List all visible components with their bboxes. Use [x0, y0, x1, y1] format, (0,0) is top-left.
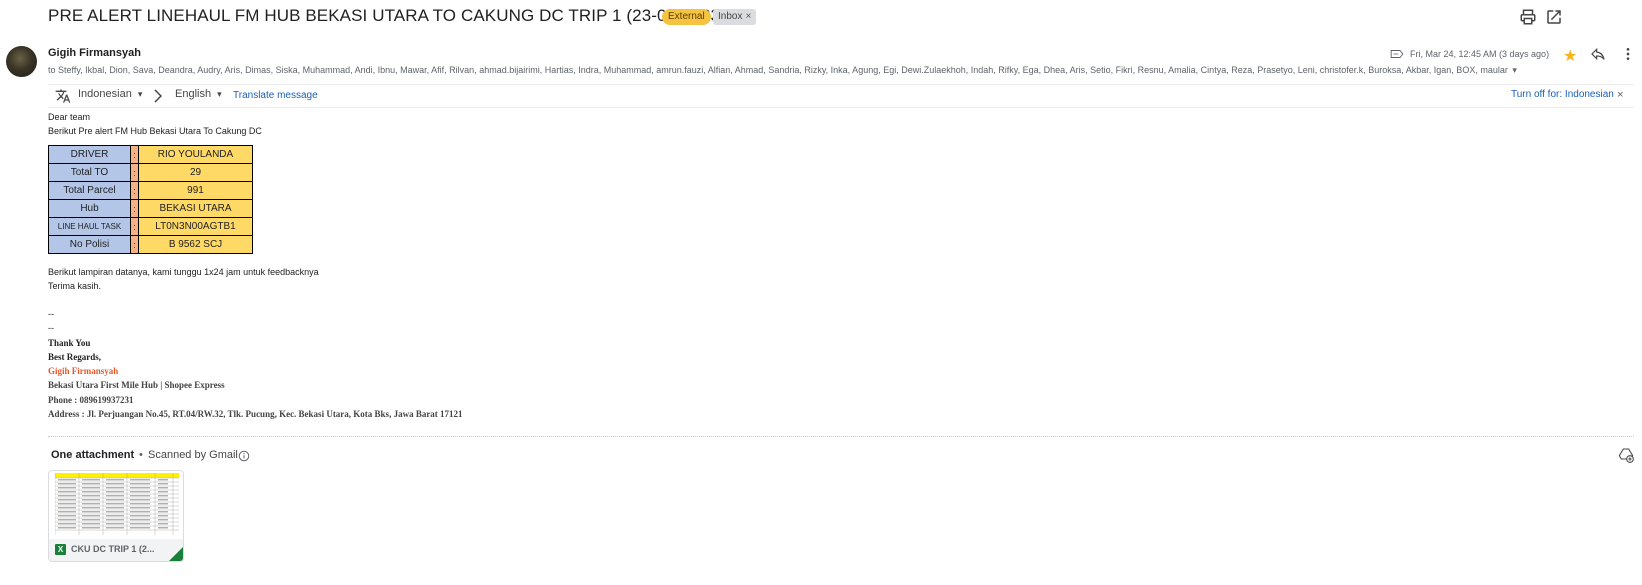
chevron-right-icon — [154, 89, 162, 103]
table-key-cell: DRIVER — [48, 145, 131, 164]
table-sep-cell: : — [130, 199, 139, 218]
table-sep-cell: : — [130, 181, 139, 200]
greeting-text: Dear team — [48, 112, 91, 122]
table-sep-cell: : — [130, 163, 139, 182]
table-key-cell: Total Parcel — [48, 181, 131, 200]
signature-role: Bekasi Utara First Mile Hub | Shopee Exp… — [48, 380, 225, 390]
sheet-corner-icon — [169, 547, 183, 561]
table-value-cell: RIO YOULANDA — [138, 145, 253, 164]
table-key-cell: Total TO — [48, 163, 131, 182]
close-translate-bar-icon[interactable]: × — [1617, 89, 1623, 101]
source-language-caret-icon: ▾ — [137, 89, 143, 99]
message-date: Fri, Mar 24, 12:45 AM (3 days ago) — [1410, 49, 1550, 59]
sender-name[interactable]: Gigih Firmansyah — [48, 47, 141, 59]
inbox-label[interactable]: Inbox × — [713, 9, 757, 25]
signature-thank-you: Thank You — [48, 338, 91, 348]
table-sep-cell: : — [130, 235, 139, 254]
info-icon[interactable] — [238, 450, 250, 462]
attachment-divider — [48, 436, 1634, 437]
label-icon — [1390, 50, 1404, 58]
table-key-cell: Hub — [48, 199, 131, 218]
target-language-select[interactable]: English ▾ — [175, 88, 222, 100]
star-icon[interactable]: ★ — [1563, 46, 1577, 66]
scanned-by-gmail: Scanned by Gmail — [148, 449, 238, 461]
recipients-expand-icon[interactable]: ▾ — [1512, 65, 1517, 75]
translate-message-link[interactable]: Translate message — [233, 90, 318, 101]
translate-bar-bottom-divider — [48, 107, 1634, 108]
table-row: Total TO : 29 — [48, 163, 253, 182]
recipients-text: to Steffy, Ikbal, Dion, Sava, Deandra, A… — [48, 65, 1508, 75]
pre-alert-table: DRIVER : RIO YOULANDA Total TO : 29 Tota… — [48, 145, 253, 254]
table-row: DRIVER : RIO YOULANDA — [48, 145, 253, 164]
add-to-drive-icon[interactable] — [1618, 447, 1634, 463]
recipients-line[interactable]: to Steffy, Ikbal, Dion, Sava, Deandra, A… — [48, 65, 1517, 76]
attachment-count: One attachment — [51, 449, 135, 461]
intro-text: Berikut Pre alert FM Hub Bekasi Utara To… — [48, 126, 262, 136]
sender-avatar[interactable] — [6, 46, 37, 77]
source-language-label: Indonesian — [78, 88, 132, 100]
email-subject: PRE ALERT LINEHAUL FM HUB BEKASI UTARA T… — [48, 6, 726, 25]
attachment-card[interactable]: X CKU DC TRIP 1 (2... — [48, 470, 184, 562]
turn-off-translation-link[interactable]: Turn off for: Indonesian — [1511, 89, 1614, 100]
reply-icon[interactable] — [1590, 46, 1606, 62]
table-sep-cell: : — [130, 145, 139, 164]
attachment-footer: X CKU DC TRIP 1 (2... — [49, 539, 183, 561]
table-value-cell: 991 — [138, 181, 253, 200]
target-language-label: English — [175, 88, 212, 100]
remove-label-icon[interactable]: × — [745, 11, 751, 22]
table-row: Hub : BEKASI UTARA — [48, 199, 253, 218]
signature-name: Gigih Firmansyah — [48, 366, 119, 376]
after-table-text: Berikut lampiran datanya, kami tunggu 1x… — [48, 267, 319, 277]
translate-bar-top-divider — [48, 84, 1634, 85]
table-value-cell: BEKASI UTARA — [138, 199, 253, 218]
more-vert-icon[interactable] — [1620, 46, 1636, 62]
table-key-cell: LINE HAUL TASK — [48, 217, 131, 236]
signature-separator: -- — [48, 309, 54, 319]
table-row: No Polisi : B 9562 SCJ — [48, 235, 253, 254]
inbox-label-text: Inbox — [718, 11, 743, 22]
table-value-cell: B 9562 SCJ — [138, 235, 253, 254]
spreadsheet-preview — [55, 473, 179, 535]
attachment-separator: • — [139, 449, 143, 461]
target-language-caret-icon: ▾ — [217, 89, 222, 99]
table-sep-cell: : — [130, 217, 139, 236]
print-icon[interactable] — [1519, 8, 1537, 26]
thanks-text: Terima kasih. — [48, 281, 102, 291]
table-row: LINE HAUL TASK : LT0N3N00AGTB1 — [48, 217, 253, 236]
signature-address: Address : Jl. Perjuangan No.45, RT.04/RW… — [48, 409, 463, 419]
table-value-cell: LT0N3N00AGTB1 — [138, 217, 253, 236]
table-row: Total Parcel : 991 — [48, 181, 253, 200]
source-language-select[interactable]: Indonesian ▾ — [78, 88, 142, 100]
table-value-cell: 29 — [138, 163, 253, 182]
table-key-cell: No Polisi — [48, 235, 131, 254]
external-badge: External — [662, 9, 711, 25]
translate-icon — [55, 89, 71, 103]
signature-regards: Best Regards, — [48, 352, 101, 362]
attachment-file-name: CKU DC TRIP 1 (2... — [71, 544, 155, 554]
excel-file-icon: X — [55, 544, 66, 555]
signature-phone: Phone : 089619937231 — [48, 395, 134, 405]
open-in-new-window-icon[interactable] — [1545, 8, 1563, 26]
signature-separator: -- — [48, 323, 54, 333]
